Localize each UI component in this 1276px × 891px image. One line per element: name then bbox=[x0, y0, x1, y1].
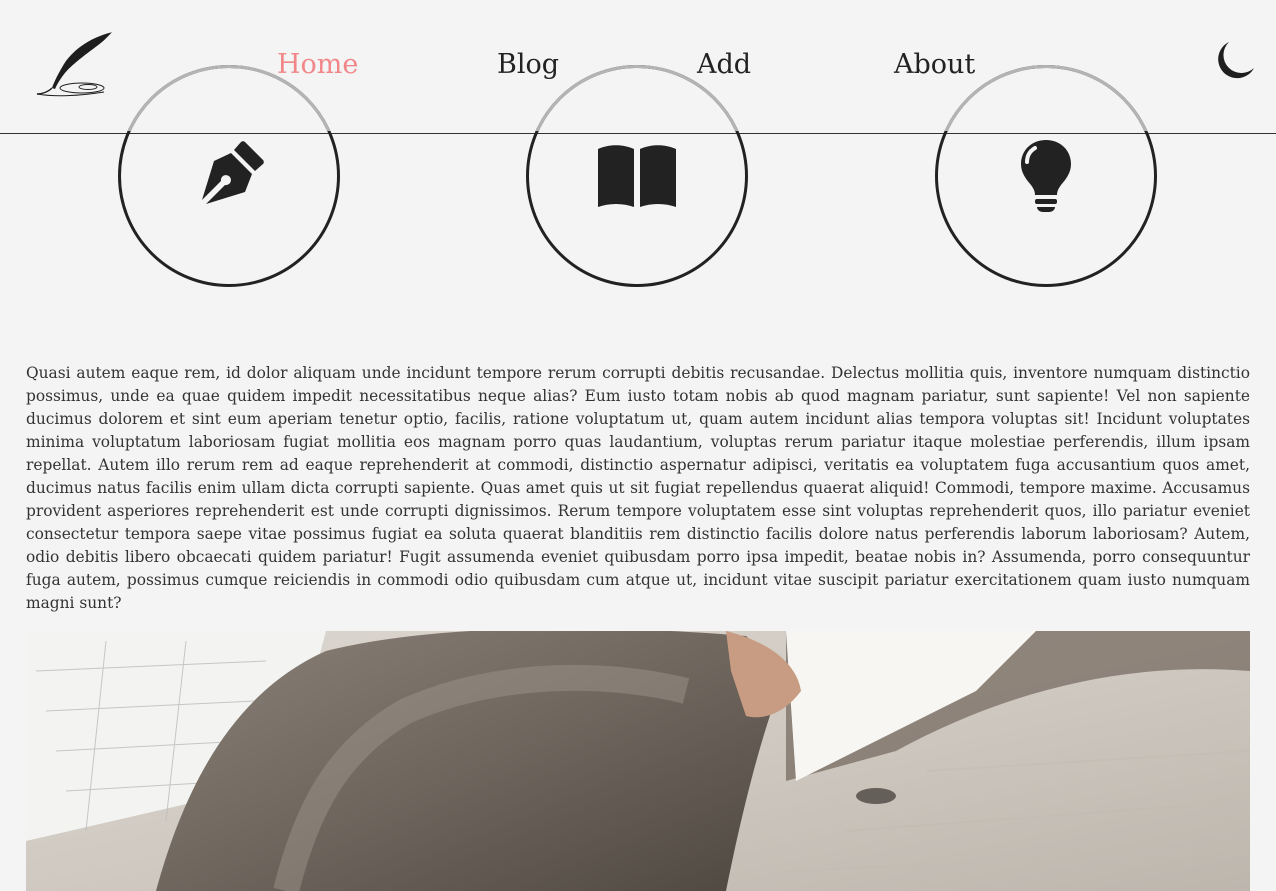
moon-icon bbox=[1218, 42, 1254, 79]
lightbulb-icon bbox=[1021, 140, 1071, 212]
fountain-pen-icon bbox=[202, 141, 264, 204]
nav-home[interactable]: Home bbox=[277, 46, 358, 84]
feature-write bbox=[118, 65, 340, 287]
intro-paragraph: Quasi autem eaque rem, id dolor aliquam … bbox=[26, 364, 1250, 612]
theme-toggle-button[interactable] bbox=[1214, 40, 1256, 82]
feature-read bbox=[526, 65, 748, 287]
nav-add[interactable]: Add bbox=[697, 46, 751, 84]
feature-idea bbox=[935, 65, 1157, 287]
nav-about[interactable]: About bbox=[894, 46, 975, 84]
open-book-icon bbox=[598, 145, 676, 207]
hero-photo bbox=[26, 631, 1250, 891]
quill-logo-icon[interactable] bbox=[34, 30, 116, 98]
nav-blog[interactable]: Blog bbox=[497, 46, 559, 84]
